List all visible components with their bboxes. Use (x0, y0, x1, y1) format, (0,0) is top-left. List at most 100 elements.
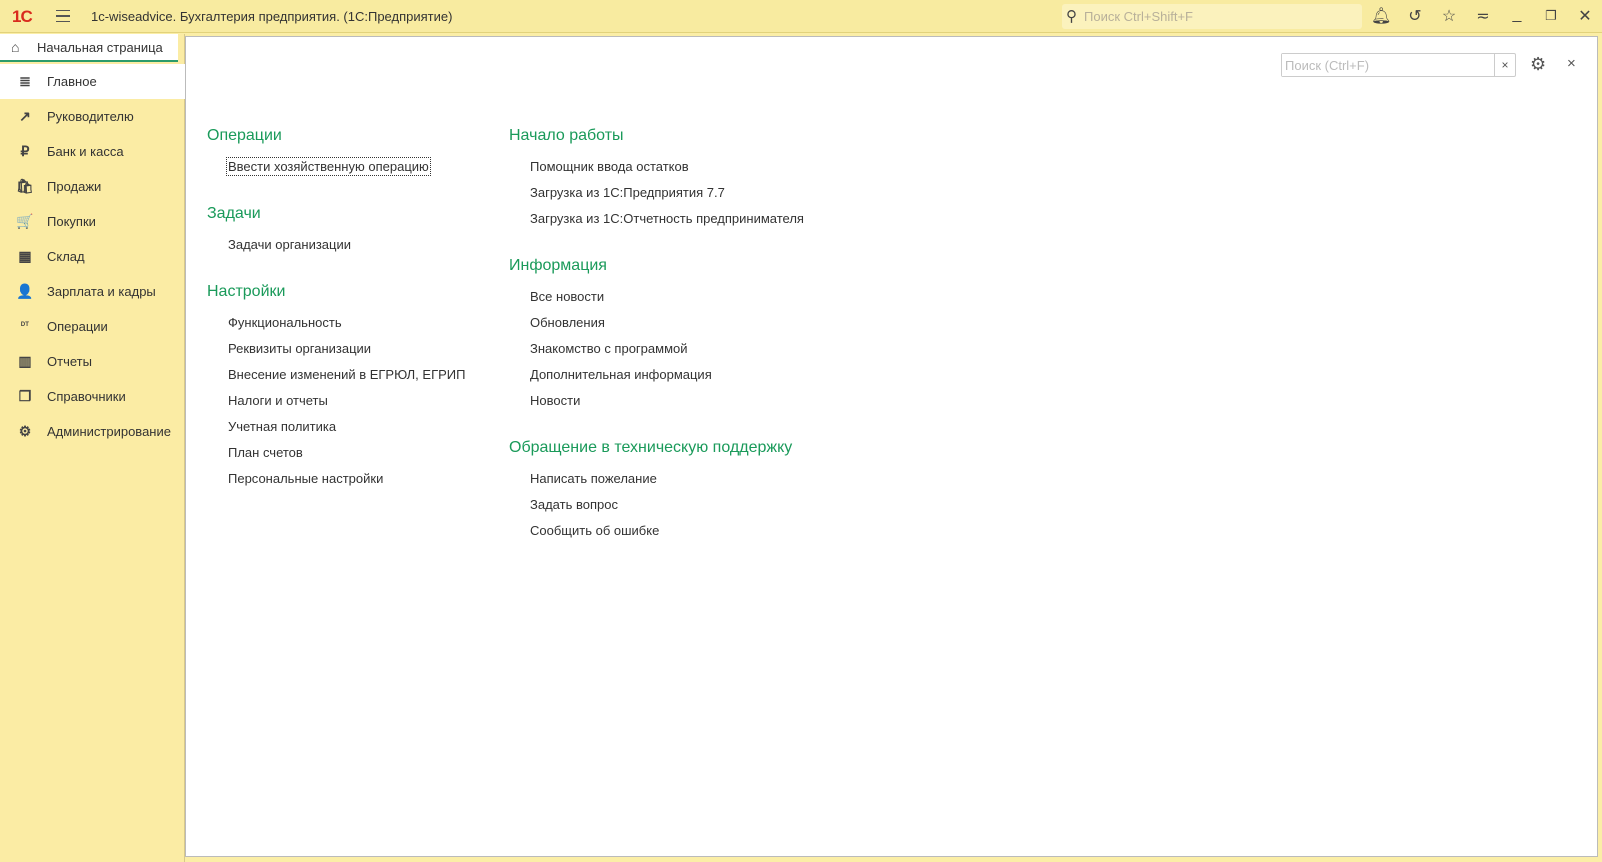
section-link-label: Ввести хозяйственную операцию (226, 157, 431, 176)
section-link-label: Налоги и отчеты (228, 393, 328, 408)
section-link[interactable]: Загрузка из 1С:Отчетность предпринимател… (530, 206, 804, 232)
sidebar-item[interactable]: ▦ Склад (0, 239, 185, 274)
section-link-label: Задачи организации (228, 237, 352, 252)
section-link-label: Внесение изменений в ЕГРЮЛ, ЕГРИП (228, 367, 466, 382)
section-link[interactable]: Дополнительная информация (530, 362, 712, 388)
section-link[interactable]: Задать вопрос (530, 492, 792, 518)
home-page-panel: × ⚙ × Операции Ввести хозяйственную опера… (185, 36, 1598, 857)
sidebar-item[interactable]: ▥ Отчеты (0, 344, 185, 379)
global-search-input[interactable]: ⚲ Поиск Ctrl+Shift+F (1062, 4, 1362, 29)
section-link-label: Реквизиты организации (228, 341, 372, 356)
section-link[interactable]: Внесение изменений в ЕГРЮЛ, ЕГРИП (228, 362, 465, 388)
sidebar-item[interactable]: ❐ Справочники (0, 379, 185, 414)
section-link-label: Обновления (530, 315, 605, 330)
history-icon[interactable]: ↺ (1405, 6, 1425, 26)
section-link-label: Помощник ввода остатков (530, 159, 689, 174)
section: Информация Все новости Обновления Знакомств… (509, 256, 712, 414)
sidebar-item-label: Склад (47, 249, 85, 264)
window-title: 1c-wiseadvice. Бухгалтерия предприятия. … (91, 9, 453, 24)
warehouse-icon: ▦ (18, 248, 32, 264)
section: Обращение в техническую поддержку Написат… (509, 438, 792, 544)
section-title: Обращение в техническую поддержку (509, 439, 793, 456)
shopping-bag-icon: 🛍 (16, 178, 34, 194)
section-link[interactable]: Новости (530, 388, 712, 414)
dt-kt-icon: ᴰᵀ (21, 320, 29, 330)
home-icon: ⌂ (11, 39, 20, 55)
section-link-label: Знакомство с программой (530, 341, 688, 356)
section-title: Информация (509, 257, 607, 274)
section-link[interactable]: Знакомство с программой (530, 336, 712, 362)
bell-icon[interactable]: 🔔︎ (1371, 6, 1391, 26)
tab-home[interactable]: ⌂ Начальная страница (0, 34, 178, 62)
section-link-label: Написать пожелание (530, 471, 657, 486)
gear-icon[interactable]: ⚙ (1530, 54, 1546, 75)
section: Настройки Функциональность Реквизиты орган… (207, 282, 465, 492)
section-link-label: Новости (530, 393, 581, 408)
section-link-label: Загрузка из 1С:Отчетность предпринимател… (530, 211, 804, 226)
sidebar-item[interactable]: ↗ Руководителю (0, 99, 185, 134)
sidebar-item-label: Администрирование (47, 424, 171, 439)
section-link-label: Загрузка из 1С:Предприятия 7.7 (530, 185, 725, 200)
ruble-icon: ₽ (20, 143, 30, 159)
global-search-placeholder: Поиск Ctrl+Shift+F (1084, 9, 1193, 24)
section-link-label: Учетная политика (228, 419, 337, 434)
sidebar-item-label: Справочники (47, 389, 126, 404)
close-window-icon[interactable]: ✕ (1575, 6, 1595, 26)
section-link-label: Все новости (530, 289, 605, 304)
section-link[interactable]: Учетная политика (228, 414, 465, 440)
sidebar-item-label: Отчеты (47, 354, 92, 369)
section-link[interactable]: План счетов (228, 440, 465, 466)
section: Задачи Задачи организации (207, 204, 351, 258)
star-icon[interactable]: ☆ (1439, 6, 1459, 26)
section-title: Задачи (207, 205, 261, 222)
sidebar-item[interactable]: 🛒 Покупки (0, 204, 185, 239)
sidebar-item-label: Покупки (47, 214, 96, 229)
sidebar-item[interactable]: 🛍 Продажи (0, 169, 185, 204)
section-link[interactable]: Обновления (530, 310, 712, 336)
section-link[interactable]: Сообщить об ошибке (530, 518, 792, 544)
section: Операции Ввести хозяйственную операцию (207, 126, 431, 180)
restore-icon[interactable]: ❐ (1541, 8, 1561, 24)
section-link[interactable]: Налоги и отчеты (228, 388, 465, 414)
gear-icon: ⚙ (18, 423, 32, 439)
menu-lines-icon: ≣ (19, 73, 31, 89)
main-menu-icon[interactable] (56, 10, 70, 22)
section-link[interactable]: Реквизиты организации (228, 336, 465, 362)
sidebar-item-label: Главное (47, 74, 97, 89)
section-link[interactable]: Помощник ввода остатков (530, 154, 804, 180)
sidebar-item[interactable]: ₽ Банк и касса (0, 134, 185, 169)
tab-home-label: Начальная страница (37, 40, 163, 55)
section: Начало работы Помощник ввода остатков Загр… (509, 126, 804, 232)
close-page-button[interactable]: × (1567, 55, 1576, 72)
minimize-icon[interactable]: _ (1507, 6, 1527, 24)
sidebar-item-label: Операции (47, 319, 108, 334)
section-title: Операции (207, 127, 282, 144)
trend-icon: ↗ (19, 108, 31, 124)
1c-logo: 1С (12, 7, 33, 26)
page-search-input[interactable] (1282, 54, 1492, 76)
section-link[interactable]: Все новости (530, 284, 712, 310)
section-link[interactable]: Функциональность (228, 310, 465, 336)
page-search-field[interactable]: × (1281, 53, 1516, 77)
section-link[interactable]: Написать пожелание (530, 466, 792, 492)
sidebar-item-label: Банк и касса (47, 144, 124, 159)
section-title: Настройки (207, 283, 286, 300)
section-link[interactable]: Загрузка из 1С:Предприятия 7.7 (530, 180, 804, 206)
section-link[interactable]: Задачи организации (228, 232, 351, 258)
clear-search-button[interactable]: × (1494, 54, 1515, 76)
section-link[interactable]: Персональные настройки (228, 466, 465, 492)
settings-menu-icon[interactable]: ≂ (1473, 6, 1493, 26)
search-icon: ⚲ (1066, 8, 1077, 25)
cart-icon: 🛒 (16, 213, 34, 229)
sidebar-item[interactable]: ⚙ Администрирование (0, 414, 185, 449)
sidebar-item[interactable]: ≣ Главное (0, 64, 185, 99)
section-title: Начало работы (509, 127, 624, 144)
sidebar-item[interactable]: ᴰᵀ Операции (0, 309, 185, 344)
section-link[interactable]: Ввести хозяйственную операцию (226, 154, 431, 180)
sidebar-item[interactable]: 👤 Зарплата и кадры (0, 274, 185, 309)
section-link-label: Сообщить об ошибке (530, 523, 660, 538)
section-link-label: Функциональность (228, 315, 342, 330)
section-link-label: Персональные настройки (228, 471, 384, 486)
section-link-label: Дополнительная информация (530, 367, 712, 382)
sidebar: ⌂ Начальная страница ≣ Главное ↗ Руководите… (0, 34, 185, 862)
